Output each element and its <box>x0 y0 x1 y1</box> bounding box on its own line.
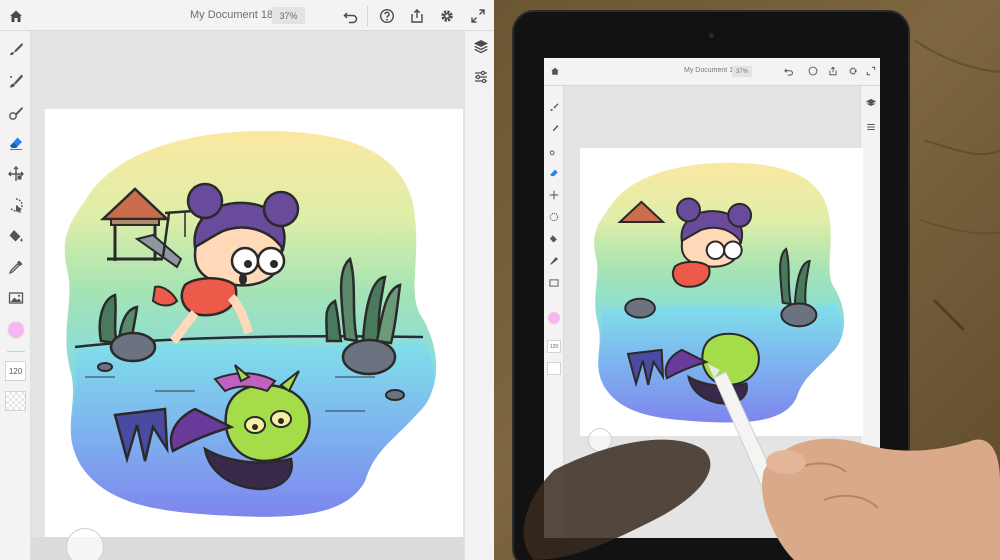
undo-icon[interactable] <box>339 4 363 28</box>
pixel-brush-icon[interactable] <box>4 37 28 61</box>
toolbar-divider <box>367 6 368 26</box>
app-window: My Document 18 37% 120 <box>0 0 494 560</box>
help-icon[interactable] <box>375 4 399 28</box>
layers-icon[interactable] <box>469 34 493 58</box>
brush-size-control[interactable]: 120 <box>5 361 26 381</box>
fill-icon[interactable] <box>4 224 28 248</box>
illustration <box>64 130 437 517</box>
gear-icon[interactable] <box>435 4 459 28</box>
brush-opacity-control[interactable] <box>5 391 26 411</box>
selection-icon[interactable] <box>4 193 28 217</box>
fullscreen-icon[interactable] <box>466 4 490 28</box>
vector-brush-icon[interactable] <box>4 101 28 125</box>
hand-with-apple-pencil <box>523 364 1000 560</box>
touch-shortcut-button[interactable] <box>66 528 104 560</box>
share-icon[interactable] <box>405 4 429 28</box>
tools-divider <box>7 351 25 352</box>
tools-sidebar: 120 <box>0 31 31 560</box>
transform-icon[interactable] <box>4 162 28 186</box>
brush-color-swatch[interactable] <box>7 321 25 339</box>
image-icon[interactable] <box>4 286 28 310</box>
live-brush-icon[interactable] <box>4 69 28 93</box>
home-icon[interactable] <box>4 4 28 28</box>
video-frame: My Document 18 37% 120 My Document 18 37… <box>0 0 1000 560</box>
artboard[interactable] <box>45 109 463 537</box>
properties-panel <box>464 31 494 560</box>
top-bar: My Document 18 37% <box>0 0 494 31</box>
layer-properties-icon[interactable] <box>469 65 493 89</box>
zoom-level-badge[interactable]: 37% <box>272 7 305 24</box>
eraser-icon[interactable] <box>4 131 28 155</box>
canvas-area[interactable] <box>31 31 464 560</box>
document-title[interactable]: My Document 18 <box>190 9 273 21</box>
eyedropper-icon[interactable] <box>4 255 28 279</box>
camera-view: My Document 18 37% 120 <box>494 0 1000 560</box>
